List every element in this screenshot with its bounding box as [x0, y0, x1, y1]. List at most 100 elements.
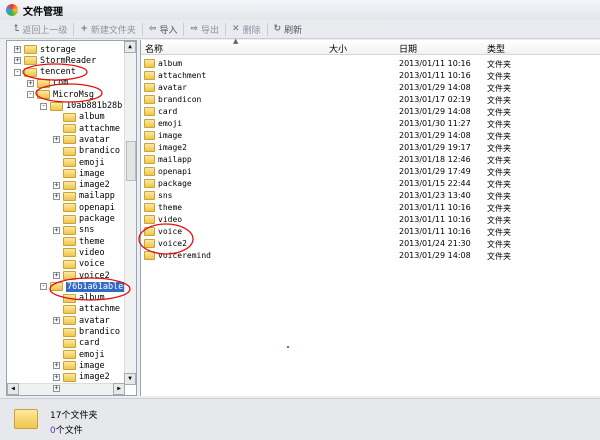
scroll-left-button[interactable]: ◀	[7, 383, 19, 395]
expand-icon[interactable]: +	[53, 192, 60, 200]
list-row[interactable]: theme 2013/01/11 10:16 文件夹	[141, 202, 600, 214]
list-row[interactable]: avatar 2013/01/29 14:08 文件夹	[141, 82, 600, 94]
scroll-up-button[interactable]: ▲	[124, 41, 136, 53]
folder-icon	[14, 409, 38, 429]
file-type: 文件夹	[487, 144, 511, 153]
tree-item[interactable]: card	[63, 338, 99, 349]
expand-icon[interactable]: +	[53, 362, 60, 370]
list-row[interactable]: sns 2013/01/23 13:40 文件夹	[141, 190, 600, 202]
export-icon: ⇨	[190, 24, 198, 34]
tree-item[interactable]: MicroMsg	[37, 89, 94, 100]
tree-item[interactable]: emoji	[63, 349, 105, 360]
tree-item[interactable]: voice	[63, 259, 105, 270]
tree-item[interactable]: tencent	[24, 67, 76, 78]
folder-icon	[144, 119, 155, 128]
tree-item[interactable]: brandico	[63, 327, 120, 338]
tree-item-label: MicroMsg	[53, 89, 94, 100]
folder-icon	[144, 107, 155, 116]
expand-icon[interactable]: +	[53, 373, 60, 381]
collapse-icon[interactable]: -	[40, 283, 47, 291]
list-row[interactable]: video 2013/01/11 10:16 文件夹	[141, 214, 600, 226]
folder-icon	[63, 372, 76, 382]
list-row[interactable]: attachment 2013/01/11 10:16 文件夹	[141, 70, 600, 82]
folder-icon	[63, 361, 76, 371]
list-row[interactable]: voiceremind 2013/01/29 14:08 文件夹	[141, 250, 600, 262]
tree-item[interactable]: package	[63, 214, 115, 225]
list-row[interactable]: image 2013/01/29 14:08 文件夹	[141, 130, 600, 142]
folder-icon	[63, 214, 76, 224]
list-row[interactable]: brandicon 2013/01/17 02:19 文件夹	[141, 94, 600, 106]
list-row[interactable]: mailapp 2013/01/18 12:46 文件夹	[141, 154, 600, 166]
toolbar-button-plus[interactable]: + 新建文件夹	[74, 22, 143, 36]
tree-item[interactable]: avatar	[63, 134, 110, 145]
toolbar-button-refresh[interactable]: ↻ 刷新	[268, 23, 309, 36]
tree-item-label: image2	[79, 180, 110, 191]
collapse-icon[interactable]: -	[14, 68, 21, 76]
file-type: 文件夹	[487, 204, 511, 213]
column-date[interactable]: 日期	[399, 42, 417, 55]
file-list[interactable]: 名称 ▲ 大小 日期 类型 album 2013/01/11 10:16 文件夹 at…	[140, 37, 600, 396]
tree-item[interactable]: emoji	[63, 157, 105, 168]
collapse-icon[interactable]: -	[27, 91, 34, 99]
column-name[interactable]: 名称	[145, 42, 163, 55]
expand-icon[interactable]: +	[53, 136, 60, 144]
tree-horizontal-scrollbar[interactable]: ◀ ▶	[7, 383, 125, 395]
tree-item[interactable]: voice2	[63, 270, 110, 281]
tree-item[interactable]: 10ab881b28b	[50, 101, 122, 112]
tree-item[interactable]: attachme	[63, 123, 120, 134]
file-count-label: 个文件	[55, 426, 83, 436]
tree-item[interactable]: theme	[63, 236, 105, 247]
expand-icon[interactable]: +	[53, 272, 60, 279]
expand-icon[interactable]: +	[14, 46, 21, 53]
column-type[interactable]: 类型	[487, 42, 505, 55]
toolbar-button-import[interactable]: ⇦ 导入	[143, 22, 185, 36]
expand-icon[interactable]: +	[14, 57, 21, 65]
tree-item[interactable]: storage	[24, 44, 76, 55]
tree-item[interactable]: image2	[63, 372, 110, 383]
file-date: 2013/01/24 21:30	[399, 239, 471, 248]
tree-item[interactable]: video	[63, 247, 105, 258]
list-row[interactable]: package 2013/01/15 22:44 文件夹	[141, 178, 600, 190]
tree-item[interactable]: brandico	[63, 146, 120, 157]
list-row[interactable]: voice2 2013/01/24 21:30 文件夹	[141, 238, 600, 250]
tree-item[interactable]: sns	[63, 225, 94, 236]
toolbar-button-export[interactable]: ⇨ 导出	[184, 22, 227, 36]
expand-icon[interactable]: +	[27, 79, 34, 87]
scroll-thumb[interactable]	[126, 141, 136, 181]
tree-item[interactable]: album	[63, 112, 105, 123]
tree-vertical-scrollbar[interactable]: ▲ ▼	[124, 41, 136, 385]
collapse-icon[interactable]: -	[40, 102, 47, 110]
toolbar-button-back-up[interactable]: ⮤ 返回上一级	[8, 22, 75, 36]
list-row[interactable]: album 2013/01/11 10:16 文件夹	[141, 58, 600, 70]
tree-item[interactable]: com	[37, 78, 68, 89]
folder-icon	[63, 350, 76, 360]
folder-icon	[144, 179, 155, 188]
list-row[interactable]: openapi 2013/01/29 17:49 文件夹	[141, 166, 600, 178]
tree-item[interactable]: attachme	[63, 304, 120, 315]
file-type: 文件夹	[487, 192, 511, 201]
tree-item[interactable]: album	[63, 293, 105, 304]
scroll-right-button[interactable]: ▶	[113, 383, 125, 395]
tree-item[interactable]: image	[63, 168, 105, 179]
tree-item[interactable]: 76b1a61able	[50, 281, 125, 292]
expand-icon[interactable]: +	[53, 226, 60, 234]
tree-item[interactable]: mailapp	[63, 191, 115, 202]
tree-item[interactable]: openapi	[63, 202, 115, 213]
list-row[interactable]: image2 2013/01/29 19:17 文件夹	[141, 142, 600, 154]
folder-tree[interactable]: mailappimage2imageemojicardbrandicoavata…	[6, 40, 137, 396]
tree-item[interactable]: avatar	[63, 315, 110, 326]
tree-item[interactable]: StormReader	[24, 55, 96, 66]
tree-item[interactable]: image2	[63, 180, 110, 191]
scroll-down-button[interactable]: ▼	[124, 373, 136, 385]
list-row[interactable]: emoji 2013/01/30 11:27 文件夹	[141, 118, 600, 130]
folder-icon	[63, 180, 76, 190]
folder-icon	[63, 304, 76, 314]
expand-icon[interactable]: +	[53, 385, 60, 392]
expand-icon[interactable]: +	[53, 181, 60, 189]
toolbar-button-delete[interactable]: ✕ 删除	[226, 22, 268, 36]
column-size[interactable]: 大小	[329, 42, 347, 55]
list-row[interactable]: card 2013/01/29 14:08 文件夹	[141, 106, 600, 118]
expand-icon[interactable]: +	[53, 317, 60, 325]
tree-item[interactable]: image	[63, 360, 105, 371]
list-row[interactable]: voice 2013/01/11 10:16 文件夹	[141, 226, 600, 238]
